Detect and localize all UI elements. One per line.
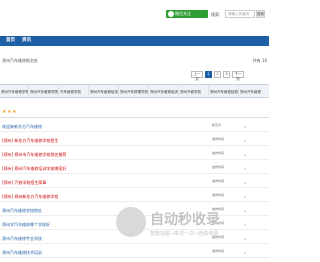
row-title[interactable]: [郑州] 新东方汽车维修学校招生 bbox=[2, 138, 58, 144]
wechat-follow-button[interactable]: 微信关注 bbox=[166, 10, 208, 18]
row-meta: 发布时间 bbox=[212, 193, 225, 197]
watermark-subtitle: 智能挖掘→来访一次→自动收录 bbox=[150, 231, 219, 237]
table-row[interactable]: [郑州] 郑州市汽车维修学校排名推荐 发布时间 1 bbox=[0, 150, 269, 160]
row-title[interactable]: 郑州汽车维修专业学校 bbox=[2, 236, 42, 242]
table-row[interactable]: [郑州] 新东方汽车维修学校招生 发布时间 1 bbox=[0, 136, 269, 146]
row-title[interactable]: 郑州汽车维修学校地址 bbox=[2, 208, 42, 214]
nav-news[interactable]: 资讯 bbox=[22, 36, 31, 46]
column-header[interactable]: 郑州汽车维修技校 bbox=[208, 85, 238, 99]
column-header[interactable]: 郑州汽车修理学校 bbox=[118, 85, 148, 99]
nav-home[interactable]: 首页 bbox=[6, 36, 15, 46]
pager-page-2[interactable]: 2 bbox=[214, 71, 221, 78]
table-row[interactable]: 欢迎来新东方汽车维修 新东方 3 bbox=[0, 122, 269, 132]
breadcrumb: 郑州汽车维修报名处 bbox=[2, 58, 38, 63]
column-header[interactable]: 汽车维修学校 bbox=[58, 85, 88, 99]
search-input[interactable]: 请输入关键词 bbox=[225, 10, 255, 18]
watermark: 自动秒收录 智能挖掘→来访一次→自动收录 bbox=[116, 207, 266, 247]
column-header[interactable]: 郑州汽车维修学院 bbox=[28, 85, 58, 99]
wechat-label: 微信关注 bbox=[175, 11, 191, 16]
row-title[interactable]: 欢迎来新东方汽车维修 bbox=[2, 124, 42, 130]
pager-page-1[interactable]: 1 bbox=[205, 71, 212, 78]
row-count: 1 bbox=[244, 153, 246, 157]
wechat-icon bbox=[168, 11, 174, 17]
search-label: 搜索: bbox=[211, 12, 221, 17]
row-meta: 新东方 bbox=[212, 123, 222, 127]
pager-next[interactable]: 下一页 bbox=[232, 71, 244, 81]
rating-stars: ★★★ bbox=[2, 109, 17, 115]
row-title[interactable]: [郑州] 郑州市汽车维修学校排名推荐 bbox=[2, 152, 66, 158]
watermark-title: 自动秒收录 bbox=[150, 212, 220, 228]
row-meta: 发布时间 bbox=[212, 165, 225, 169]
pager-prev[interactable]: 上一页 bbox=[191, 71, 203, 81]
search-button[interactable]: 搜索 bbox=[256, 10, 265, 18]
table-row[interactable]: 郑州汽车维修技术培训 发布时间 1 bbox=[0, 248, 269, 258]
row-meta: 发布时间 bbox=[212, 151, 225, 155]
row-meta: 发布时间 bbox=[212, 137, 225, 141]
table-row[interactable]: [郑州] 郑州汽车维修培训学校哪家好 发布时间 1 bbox=[0, 164, 269, 174]
row-meta: 发布时间 bbox=[212, 249, 225, 253]
divider bbox=[0, 117, 269, 118]
column-header[interactable]: 郑州汽车维修 bbox=[238, 85, 269, 99]
row-count: 1 bbox=[244, 181, 246, 185]
row-meta: 发布时间 bbox=[212, 179, 225, 183]
row-count: 1 bbox=[244, 167, 246, 171]
column-header[interactable]: 郑州汽车维修培训学校 bbox=[148, 85, 178, 99]
row-count: 3 bbox=[244, 125, 246, 129]
row-title[interactable]: 郑州学汽车维修哪个学校好 bbox=[2, 222, 50, 228]
row-title[interactable]: 郑州汽车维修技术培训 bbox=[2, 250, 42, 256]
row-title[interactable]: [郑州] 汽修学校招生简章 bbox=[2, 180, 46, 186]
watermark-logo-icon bbox=[116, 207, 146, 237]
pager-page-3[interactable]: 3 bbox=[223, 71, 230, 78]
row-title[interactable]: [郑州] 郑州汽车维修培训学校哪家好 bbox=[2, 166, 66, 172]
column-header[interactable]: 郑州汽修学校 bbox=[178, 85, 208, 99]
table-row[interactable]: [郑州] 郑州新东方汽车维修学校 发布时间 1 bbox=[0, 192, 269, 202]
table-row[interactable]: [郑州] 汽修学校招生简章 发布时间 1 bbox=[0, 178, 269, 188]
top-bar: 微信关注 搜索: 请输入关键词 搜索 bbox=[0, 0, 269, 28]
row-count: 1 bbox=[244, 251, 246, 255]
row-title[interactable]: [郑州] 郑州新东方汽车维修学校 bbox=[2, 194, 58, 200]
total-count: 共有 10 bbox=[252, 58, 267, 63]
main-nav: 首页 资讯 bbox=[0, 36, 269, 46]
row-count: 1 bbox=[244, 195, 246, 199]
table-header: 郑州汽车维修学校 郑州汽车维修学院 汽车维修学校 郑州汽车维修培训 郑州汽车修理… bbox=[0, 84, 269, 99]
row-count: 1 bbox=[244, 139, 246, 143]
column-header[interactable]: 郑州汽车维修培训 bbox=[88, 85, 118, 99]
column-header[interactable]: 郑州汽车维修学校 bbox=[0, 85, 28, 99]
